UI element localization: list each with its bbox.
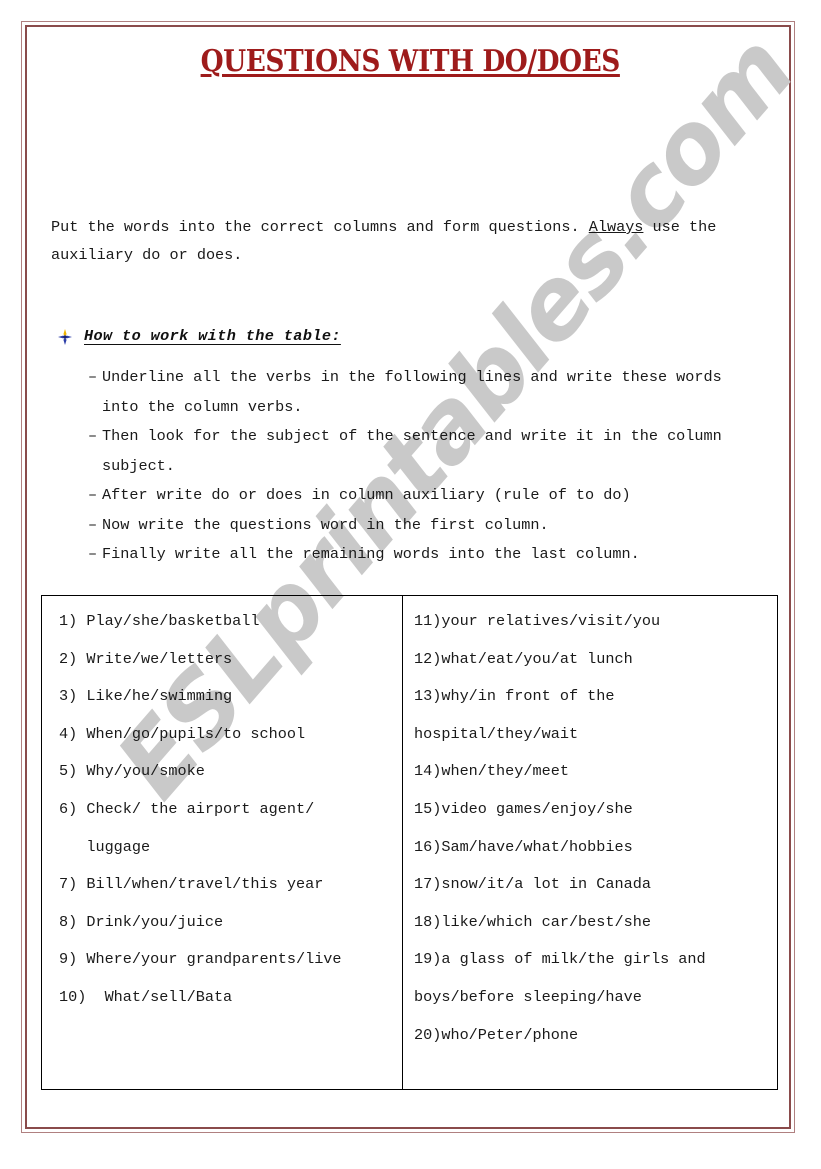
dash-bullet-icon: – — [88, 486, 98, 504]
exercise-item: 8) Drink/you/juice — [59, 912, 224, 931]
intro-instructions: Put the words into the correct columns a… — [51, 213, 751, 269]
dash-bullet-icon: – — [88, 515, 98, 534]
exercise-item: 10) What/sell/Bata — [59, 987, 233, 1006]
howto-list-item-text: After write do or does in column auxilia… — [102, 486, 631, 504]
exercise-item: 7) Bill/when/travel/this year — [59, 875, 324, 894]
exercise-item: 6) Check/ the airport agent/ — [59, 799, 315, 818]
howto-list: – Underline all the verbs in the followi… — [88, 363, 748, 570]
howto-list-item-text: Finally write all the remaining words in… — [102, 545, 640, 563]
exercise-item: 11)your relatives/visit/you — [414, 612, 661, 630]
exercise-item: 18)like/which car/best/she — [414, 912, 651, 931]
exercise-item-wrap: hospital/they/wait — [414, 724, 579, 743]
exercise-item: 2) Write/we/letters — [59, 649, 233, 668]
exercise-item: 17)snow/it/a lot in Canada — [414, 875, 651, 894]
howto-list-item-text: Underline all the verbs in the following… — [102, 368, 722, 416]
howto-list-item: – Then look for the subject of the sente… — [88, 422, 748, 481]
exercise-item: 1) Play/she/basketball — [59, 612, 260, 630]
exercise-table-column-left: 1) Play/she/basketball 2) Write/we/lette… — [42, 596, 403, 1089]
dash-bullet-icon: – — [88, 545, 98, 563]
exercise-item: 13)why/in front of the — [414, 687, 615, 706]
exercise-item: 9) Where/your grandparents/live — [59, 950, 342, 969]
intro-part-1: Put the words into the correct columns a… — [51, 218, 589, 236]
page-title-text: QUESTIONS WITH DO/DOES — [200, 44, 621, 79]
howto-heading: How to work with the table: — [58, 326, 341, 346]
exercise-item: 15)video games/enjoy/she — [414, 799, 633, 818]
exercise-item: 19)a glass of milk/the girls and — [414, 950, 706, 969]
exercise-item: 20)who/Peter/phone — [414, 1025, 579, 1044]
howto-list-item: – Underline all the verbs in the followi… — [88, 363, 748, 422]
dash-bullet-icon: – — [88, 427, 98, 445]
exercise-item: 14)when/they/meet — [414, 762, 569, 781]
page-title: QUESTIONS WITH DO/DOES — [0, 44, 821, 79]
howto-list-item: – After write do or does in column auxil… — [88, 481, 748, 511]
exercise-item: 12)what/eat/you/at lunch — [414, 649, 633, 668]
exercise-item: 5) Why/you/smoke — [59, 762, 205, 781]
star-bullet-icon — [58, 329, 72, 345]
exercise-item-wrap: boys/before sleeping/have — [414, 987, 642, 1006]
exercise-item: 16)Sam/have/what/hobbies — [414, 837, 633, 856]
howto-heading-text: How to work with the table: — [84, 327, 341, 345]
exercise-item-wrap: luggage — [59, 837, 151, 856]
howto-list-item: – Now write the questions word in the fi… — [88, 511, 748, 541]
howto-list-item: – Finally write all the remaining words … — [88, 540, 748, 570]
howto-list-item-text: Then look for the subject of the sentenc… — [102, 427, 722, 475]
intro-emphasis-always: Always — [588, 218, 644, 236]
exercise-item: 3) Like/he/swimming — [59, 687, 233, 706]
worksheet-content: QUESTIONS WITH DO/DOES Put the words int… — [0, 0, 821, 1169]
exercise-table-column-right: 11)your relatives/visit/you 12)what/eat/… — [403, 596, 777, 1089]
exercise-table: 1) Play/she/basketball 2) Write/we/lette… — [41, 595, 778, 1090]
exercise-item: 4) When/go/pupils/to school — [59, 724, 306, 743]
howto-list-item-text: Now write the questions word in the firs… — [102, 515, 549, 534]
dash-bullet-icon: – — [88, 368, 98, 386]
